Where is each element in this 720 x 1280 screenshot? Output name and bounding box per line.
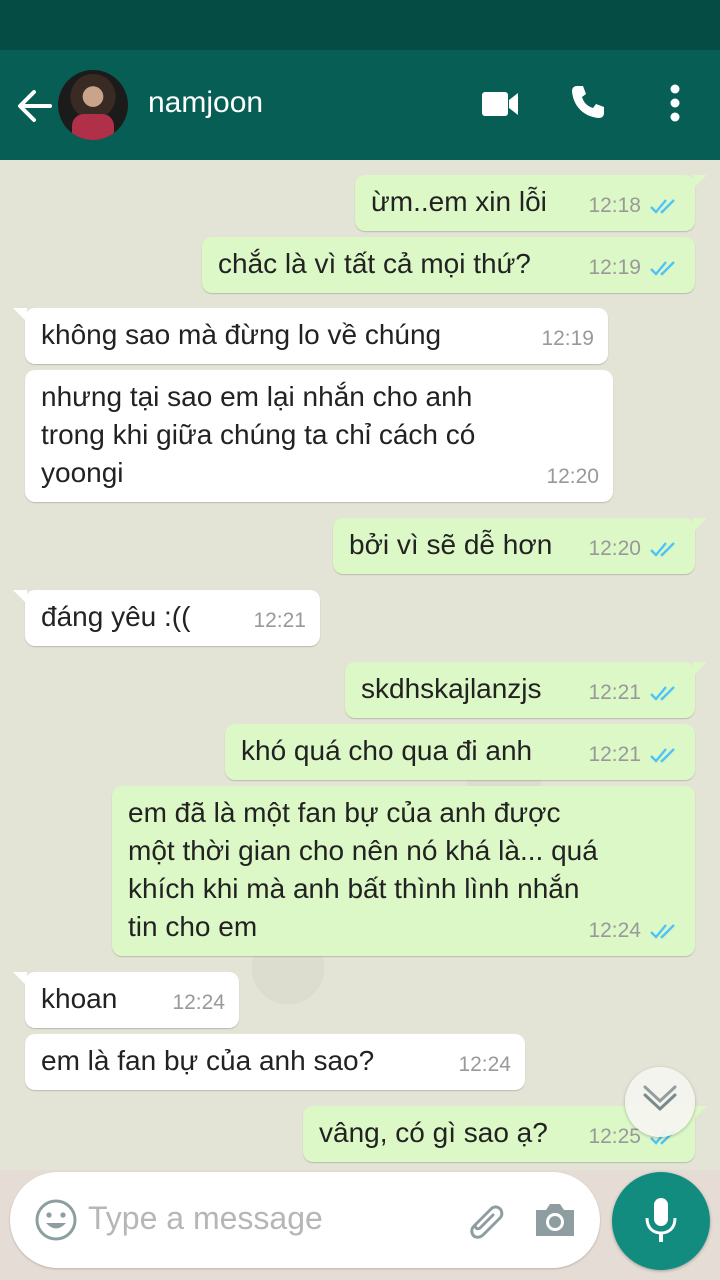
avatar[interactable] bbox=[58, 70, 128, 140]
message-bubble[interactable]: nhưng tại sao em lại nhắn cho anh trong … bbox=[25, 370, 613, 502]
read-receipt-icon bbox=[650, 748, 675, 763]
read-receipt-icon bbox=[650, 261, 675, 276]
emoji-icon[interactable] bbox=[34, 1198, 78, 1242]
message-text: em là fan bự của anh sao? bbox=[41, 1045, 375, 1076]
message-bubble[interactable]: không sao mà đừng lo về chúng 12:19 bbox=[13, 308, 608, 364]
message-time: 12:19 bbox=[541, 327, 594, 350]
message-text: không sao mà đừng lo về chúng bbox=[41, 319, 442, 350]
message-text: ừm..em xin lỗi bbox=[371, 186, 547, 217]
message-bubble[interactable]: đáng yêu :(( 12:21 bbox=[13, 590, 320, 646]
scroll-to-bottom-button[interactable] bbox=[625, 1067, 695, 1137]
voice-record-button[interactable] bbox=[612, 1172, 710, 1270]
message-time: 12:20 bbox=[588, 537, 641, 560]
read-receipt-icon bbox=[650, 686, 675, 701]
message-bubble[interactable]: bởi vì sẽ dễ hơn 12:20 bbox=[333, 518, 707, 574]
message-time: 12:21 bbox=[253, 609, 306, 632]
back-arrow-icon[interactable] bbox=[14, 86, 54, 126]
message-time: 12:24 bbox=[588, 919, 641, 942]
message-text: khó quá cho qua đi anh bbox=[241, 735, 533, 766]
message-text: em đã là một fan bự của anh được một thờ… bbox=[128, 797, 598, 942]
message-time: 12:21 bbox=[588, 743, 641, 766]
video-call-icon[interactable] bbox=[480, 86, 520, 122]
attach-icon[interactable] bbox=[462, 1198, 508, 1244]
message-time: 12:24 bbox=[172, 991, 225, 1014]
message-time: 12:19 bbox=[588, 256, 641, 279]
phone-icon[interactable] bbox=[568, 82, 608, 122]
more-vert-icon[interactable] bbox=[660, 82, 690, 124]
message-bubble[interactable]: khoan 12:24 bbox=[13, 972, 239, 1028]
message-input[interactable]: Type a message bbox=[88, 1200, 323, 1237]
read-receipt-icon bbox=[650, 542, 675, 557]
message-bubble[interactable]: em là fan bự của anh sao? 12:24 bbox=[25, 1034, 525, 1090]
message-text: đáng yêu :(( bbox=[41, 601, 191, 632]
message-text: nhưng tại sao em lại nhắn cho anh trong … bbox=[41, 381, 476, 488]
message-text: bởi vì sẽ dễ hơn bbox=[349, 529, 553, 560]
chevron-down-icon bbox=[643, 1085, 677, 1112]
read-receipt-icon bbox=[650, 924, 675, 939]
message-text: vâng, có gì sao ạ? bbox=[319, 1117, 548, 1148]
camera-icon[interactable] bbox=[532, 1200, 578, 1240]
message-text: skdhskajlanzjs bbox=[361, 673, 542, 704]
status-bar bbox=[0, 0, 720, 50]
message-bubble[interactable]: ừm..em xin lỗi 12:18 bbox=[355, 175, 707, 231]
read-receipt-icon bbox=[650, 199, 675, 214]
chat-header: namjoon bbox=[0, 50, 720, 160]
contact-name[interactable]: namjoon bbox=[148, 86, 263, 120]
message-composer[interactable]: Type a message bbox=[10, 1172, 600, 1268]
message-list[interactable]: ừm..em xin lỗi 12:18 chắc là vì tất cả m… bbox=[0, 160, 720, 1170]
message-bubble[interactable]: khó quá cho qua đi anh 12:21 bbox=[225, 724, 695, 780]
message-text: khoan bbox=[41, 983, 118, 1014]
message-time: 12:18 bbox=[588, 194, 641, 217]
message-time: 12:21 bbox=[588, 681, 641, 704]
message-time: 12:24 bbox=[458, 1053, 511, 1076]
message-time: 12:20 bbox=[546, 465, 599, 488]
message-bubble[interactable]: skdhskajlanzjs 12:21 bbox=[345, 662, 707, 718]
message-text: chắc là vì tất cả mọi thứ? bbox=[218, 248, 531, 279]
message-bubble[interactable]: chắc là vì tất cả mọi thứ? 12:19 bbox=[202, 237, 695, 293]
message-bubble[interactable]: em đã là một fan bự của anh được một thờ… bbox=[112, 786, 695, 956]
mic-icon bbox=[645, 1198, 677, 1242]
